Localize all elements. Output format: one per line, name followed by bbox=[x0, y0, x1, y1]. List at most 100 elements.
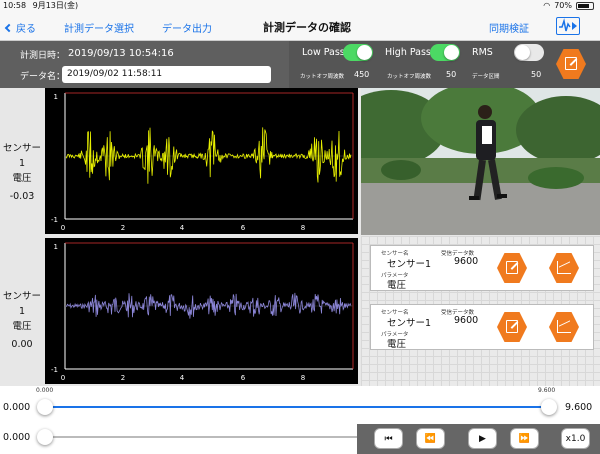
y-top-tick: 1 bbox=[54, 243, 58, 251]
sensor-card-1: センサー名 センサー1 受信データ数 9600 パラメータ 電圧 bbox=[370, 245, 594, 291]
video-preview[interactable] bbox=[361, 88, 600, 235]
low-pass-cutoff-value[interactable]: 450 bbox=[354, 70, 369, 79]
sync-icon[interactable] bbox=[556, 17, 580, 35]
nav-bar: 戻る 計測データ選択 データ出力 計測データの確認 同期検証 bbox=[0, 12, 600, 41]
low-pass-label: Low Pass bbox=[302, 47, 345, 58]
info-panel: 計測日時： 2019/09/13 10:54:16 データ名： 2019/09/… bbox=[0, 41, 600, 88]
data-name-field[interactable]: 2019/09/02 11:58:11 bbox=[62, 66, 271, 83]
export-data-button[interactable]: データ出力 bbox=[162, 20, 212, 35]
edit-filter-button[interactable] bbox=[556, 49, 586, 79]
play-icon: ▶ bbox=[479, 433, 486, 444]
waveform-icon bbox=[559, 18, 577, 32]
waveform-2-svg: 1 -1 0 2 4 6 8 bbox=[51, 242, 354, 382]
rms-section-label: データ区間 bbox=[472, 74, 500, 80]
data-name-label: データ名： bbox=[20, 72, 66, 82]
rms-section-value[interactable]: 50 bbox=[531, 70, 541, 79]
x-tick-2: 2 bbox=[121, 374, 125, 382]
low-pass-cutoff-label: カットオフ周波数 bbox=[300, 74, 345, 80]
x-tick-6: 6 bbox=[241, 374, 246, 382]
video-frame bbox=[361, 88, 600, 235]
fast-forward-button[interactable]: ⏩ bbox=[510, 428, 539, 449]
position-value: 0.000 bbox=[3, 432, 31, 443]
back-button[interactable]: 戻る bbox=[4, 20, 36, 35]
param-value: 電圧 bbox=[387, 339, 407, 350]
datetime-value: 2019/09/13 10:54:16 bbox=[68, 48, 174, 59]
status-bar: 10:58 9月13日(金) ◠ 70% bbox=[0, 0, 600, 12]
rms-label: RMS bbox=[472, 47, 493, 58]
chart-sensor-button[interactable] bbox=[549, 253, 579, 283]
sync-verify-button[interactable]: 同期検証 bbox=[489, 20, 529, 35]
status-date: 9月13日(金) bbox=[32, 1, 79, 10]
sensor-name: センサー1 bbox=[2, 143, 41, 169]
range-start-handle[interactable] bbox=[37, 399, 53, 415]
x-tick-2: 2 bbox=[121, 224, 125, 232]
timeline-controls: 0.000 9.600 0.000 9.600 0.000 ⏮ ⏪ ▶ ⏩ x1… bbox=[0, 386, 600, 454]
waveform-trace-2 bbox=[65, 292, 352, 319]
low-pass-toggle[interactable] bbox=[343, 44, 373, 61]
sensor-param: 電圧 bbox=[12, 321, 32, 332]
sensor-name-value: センサー1 bbox=[387, 259, 432, 270]
sensor-param: 電圧 bbox=[12, 173, 32, 184]
rewind-button[interactable]: ⏪ bbox=[416, 428, 445, 449]
range-max-tick: 9.600 bbox=[538, 387, 556, 394]
x-tick-8: 8 bbox=[301, 224, 305, 232]
x-tick-4: 4 bbox=[180, 374, 185, 382]
page-title: 計測データの確認 bbox=[263, 21, 351, 34]
chevron-left-icon bbox=[4, 23, 14, 33]
sensor-1-labels: センサー1 電圧 -0.03 bbox=[0, 141, 44, 204]
edit-sensor-button[interactable] bbox=[497, 312, 527, 342]
data-info: 計測日時： 2019/09/13 10:54:16 データ名： 2019/09/… bbox=[0, 41, 289, 88]
high-pass-cutoff-value[interactable]: 50 bbox=[446, 70, 456, 79]
chart-icon bbox=[557, 320, 571, 333]
play-button[interactable]: ▶ bbox=[468, 428, 497, 449]
range-end-handle[interactable] bbox=[541, 399, 557, 415]
chart-sensor-button[interactable] bbox=[549, 312, 579, 342]
edit-icon bbox=[565, 57, 577, 70]
waveform-1-svg: 1 -1 0 2 4 6 8 bbox=[51, 92, 354, 232]
waveform-plot-1[interactable]: 1 -1 0 2 4 6 8 bbox=[45, 88, 358, 234]
range-min-tick: 0.000 bbox=[36, 387, 54, 394]
y-bottom-tick: -1 bbox=[51, 366, 58, 374]
waveform-trace-1 bbox=[65, 127, 352, 184]
range-start-value: 0.000 bbox=[3, 402, 31, 413]
range-slider-track[interactable] bbox=[45, 406, 549, 408]
status-time: 10:58 bbox=[3, 1, 27, 10]
edit-icon bbox=[506, 320, 518, 333]
param-value: 電圧 bbox=[387, 280, 407, 291]
battery-icon bbox=[576, 2, 594, 10]
sensor-value: 0.00 bbox=[11, 339, 33, 350]
battery-percent: 70% bbox=[554, 1, 572, 10]
sensor-card-2: センサー名 センサー1 受信データ数 9600 パラメータ 電圧 bbox=[370, 304, 594, 350]
rms-toggle[interactable] bbox=[514, 44, 544, 61]
sensor-2-labels: センサー1 電圧 0.00 bbox=[0, 289, 44, 352]
data-count-value: 9600 bbox=[454, 315, 479, 326]
sensor-value: -0.03 bbox=[9, 191, 35, 202]
edit-sensor-button[interactable] bbox=[497, 253, 527, 283]
x-tick-8: 8 bbox=[301, 374, 305, 382]
select-data-button[interactable]: 計測データ選択 bbox=[64, 20, 134, 35]
position-slider-track[interactable] bbox=[45, 436, 357, 438]
position-handle[interactable] bbox=[37, 429, 53, 445]
high-pass-cutoff-label: カットオフ周波数 bbox=[387, 74, 432, 80]
edit-icon bbox=[506, 261, 518, 274]
x-tick-4: 4 bbox=[180, 224, 185, 232]
speed-button[interactable]: x1.0 bbox=[561, 428, 590, 449]
main-area: センサー1 電圧 -0.03 センサー1 電圧 0.00 1 -1 0 2 4 … bbox=[0, 88, 600, 386]
x-tick-6: 6 bbox=[241, 224, 246, 232]
waveform-plot-2[interactable]: 1 -1 0 2 4 6 8 bbox=[45, 238, 358, 384]
skip-start-button[interactable]: ⏮ bbox=[374, 428, 403, 449]
y-top-tick: 1 bbox=[54, 93, 58, 101]
sensor-name: センサー1 bbox=[2, 291, 41, 317]
chart-icon bbox=[557, 261, 571, 274]
rewind-icon: ⏪ bbox=[424, 433, 437, 444]
high-pass-label: High Pass bbox=[385, 47, 431, 58]
wifi-icon: ◠ bbox=[543, 1, 551, 10]
x-tick-0: 0 bbox=[61, 374, 65, 382]
range-end-value: 9.600 bbox=[565, 402, 593, 413]
fast-forward-icon: ⏩ bbox=[518, 433, 531, 444]
high-pass-toggle[interactable] bbox=[430, 44, 460, 61]
sensor-name-value: センサー1 bbox=[387, 318, 432, 329]
y-bottom-tick: -1 bbox=[51, 216, 58, 224]
datetime-label: 計測日時： bbox=[20, 51, 66, 61]
data-count-value: 9600 bbox=[454, 256, 479, 267]
